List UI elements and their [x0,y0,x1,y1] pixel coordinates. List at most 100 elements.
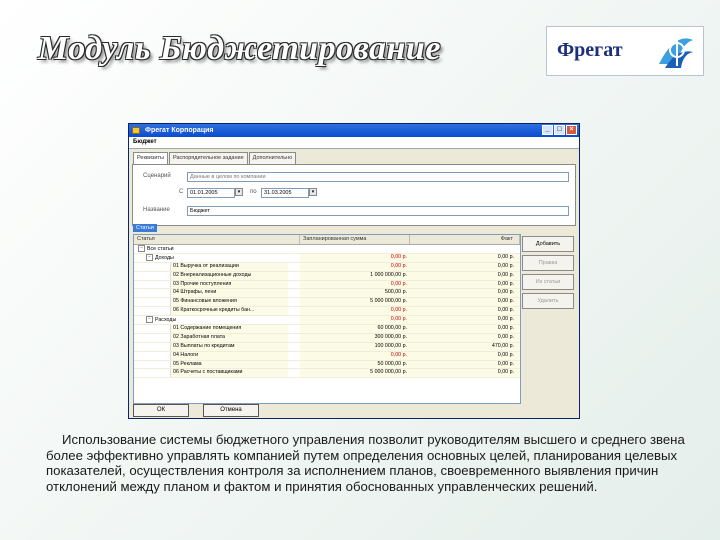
row-article-cell: − Все статьи [134,245,300,253]
tab-assignment[interactable]: Распорядительное задание [168,152,248,164]
row-fact-cell: 0,00 р. [410,360,520,369]
name-input[interactable]: Бюджет [187,206,569,216]
period-from-label: С [179,189,184,195]
period-from-input[interactable]: 01.01.2005 [187,188,235,198]
table-row[interactable]: − Доходы 0,00 р. 0,00 р. [134,253,520,263]
row-plan-cell: 300 000,00 р. [300,333,410,342]
period-to-input[interactable]: 31.03.2005 [261,188,309,198]
row-fact-cell: 0,00 р. [410,325,520,333]
row-plan-cell: 0,00 р. [300,307,410,316]
table-row[interactable]: − Расходы 0,00 р. 0,00 р. [134,316,520,326]
table-row[interactable]: 05 Реклама 50 000,00 р. 0,00 р. [134,360,520,370]
table-body: − Все статьи − Доходы 0,00 р. 0,00 р. 01 Выруч… [134,245,520,379]
row-article-name: 02 Внереализационные доходы [173,271,252,278]
table-row[interactable]: − Все статьи [134,245,520,254]
row-article-name: 06 Краткосрочные кредиты бан... [173,307,255,314]
row-article-name: 04 Штрафы, пени [173,289,217,296]
row-fact-cell: 0,00 р. [410,271,520,280]
row-article-cell: 06 Краткосрочные кредиты бан... [134,307,300,316]
table-row[interactable]: 06 Краткосрочные кредиты бан... 0,00 р. 0,… [134,307,520,317]
calendar-icon[interactable]: ▾ [309,188,317,196]
row-article-cell: 03 Прочие поступления [134,280,300,289]
row-plan-cell: 60 000,00 р. [300,325,410,333]
minimize-icon[interactable]: _ [542,125,553,135]
table-row[interactable]: 06 Расчеты с поставщиками 5 000 000,00 р.… [134,369,520,379]
scenario-label: Сценарий [143,173,171,179]
column-header-fact[interactable]: Факт [410,235,520,244]
row-article-cell: 02 Заработная плата [134,333,300,342]
row-plan-cell: 0,00 р. [300,253,410,262]
row-article-name: 06 Расчеты с поставщиками [173,369,243,376]
app-icon [132,127,140,134]
tab-additional[interactable]: Дополнительно [248,152,297,164]
row-article-name: 02 Заработная плата [173,333,226,340]
row-article-name: 03 Выплаты по кредитам [173,342,235,349]
row-fact-cell [410,245,520,253]
row-plan-cell: 500,00 р. [300,289,410,298]
row-fact-cell: 0,00 р. [410,298,520,307]
requisites-panel: Сценарий Данные в целом по компании С 01… [132,164,576,226]
table-row[interactable]: 01 Выручка от реализации 0,00 р. 0,00 р. [134,262,520,272]
row-plan-cell: 50 000,00 р. [300,360,410,369]
from-article-button[interactable]: Из статьи [522,274,574,290]
table-row[interactable]: 02 Заработная плата 300 000,00 р. 0,00 р. [134,333,520,343]
close-icon[interactable]: × [566,125,577,135]
expand-toggle-icon[interactable]: − [138,245,145,252]
budget-items-table[interactable]: Статья Запланированная сумма Факт − Все с… [133,234,521,404]
ok-button[interactable]: ОК [133,404,189,417]
table-row[interactable]: 05 Финансовые вложения 5 000 000,00 р. 0,0… [134,298,520,308]
row-article-name: Доходы [155,254,174,261]
table-row[interactable]: 03 Прочие поступления 0,00 р. 0,00 р. [134,280,520,290]
row-article-name: 05 Реклама [173,360,202,367]
row-article-name: 05 Финансовые вложения [173,298,237,305]
row-article-cell: 05 Реклама [134,360,300,369]
tab-bar: Реквизиты Распорядительное задание Допол… [129,149,579,164]
expand-toggle-icon[interactable]: − [146,316,153,324]
period-to-label: по [250,189,257,195]
window-titlebar[interactable]: Фрегат Корпорация _ □ × [129,124,579,137]
calendar-icon[interactable]: ▾ [235,188,243,196]
cancel-button[interactable]: Отмена [203,404,259,417]
row-article-name: 03 Прочие поступления [173,280,232,287]
row-plan-cell: 0,00 р. [300,280,410,289]
table-row[interactable]: 02 Внереализационные доходы 1 000 000,00 … [134,271,520,281]
table-row[interactable]: 01 Содержание помещения 60 000,00 р. 0,00 … [134,325,520,334]
row-fact-cell: 0,00 р. [410,280,520,289]
row-plan-cell [300,245,410,253]
side-buttons: Добавить Правка Из статьи Удалить [522,236,574,309]
edit-button[interactable]: Правка [522,255,574,271]
row-article-cell: 06 Расчеты с поставщиками [134,369,300,378]
row-article-name: Расходы [155,317,177,324]
scenario-select[interactable]: Данные в целом по компании [187,172,569,182]
row-fact-cell: 0,00 р. [410,289,520,298]
window-title: Фрегат Корпорация [145,127,214,134]
tab-requisites[interactable]: Реквизиты [133,152,168,164]
row-article-name: 01 Выручка от реализации [173,262,239,269]
row-article-name: 01 Содержание помещения [173,325,242,332]
row-fact-cell: 0,00 р. [410,333,520,342]
row-article-cell: 04 Налоги [134,351,300,360]
row-fact-cell: 0,00 р. [410,316,520,325]
slide-title: Модуль Бюджетирование [38,30,441,67]
row-plan-cell: 5 000 000,00 р. [300,369,410,378]
row-fact-cell: 0,00 р. [410,369,520,378]
row-article-cell: 02 Внереализационные доходы [134,271,300,280]
add-button[interactable]: Добавить [522,236,574,252]
column-header-plan[interactable]: Запланированная сумма [300,235,410,244]
fregat-logo: Фрегат [546,26,704,76]
row-fact-cell: 0,00 р. [410,307,520,316]
table-row[interactable]: 04 Штрафы, пени 500,00 р. 0,00 р. [134,289,520,299]
table-row[interactable]: 04 Налоги 0,00 р. 0,00 р. [134,351,520,361]
window-controls: _ □ × [542,125,577,135]
row-article-cell: 01 Выручка от реализации [134,262,300,271]
maximize-icon[interactable]: □ [554,125,565,135]
column-header-article[interactable]: Статья [134,235,300,244]
row-fact-cell: 0,00 р. [410,253,520,262]
delete-button[interactable]: Удалить [522,293,574,309]
table-row[interactable]: 03 Выплаты по кредитам 100 000,00 р. 470,0… [134,342,520,352]
row-article-cell: 01 Содержание помещения [134,325,300,333]
row-plan-cell: 0,00 р. [300,262,410,271]
row-plan-cell: 1 000 000,00 р. [300,271,410,280]
row-article-cell: 04 Штрафы, пени [134,289,300,298]
expand-toggle-icon[interactable]: − [146,253,153,261]
